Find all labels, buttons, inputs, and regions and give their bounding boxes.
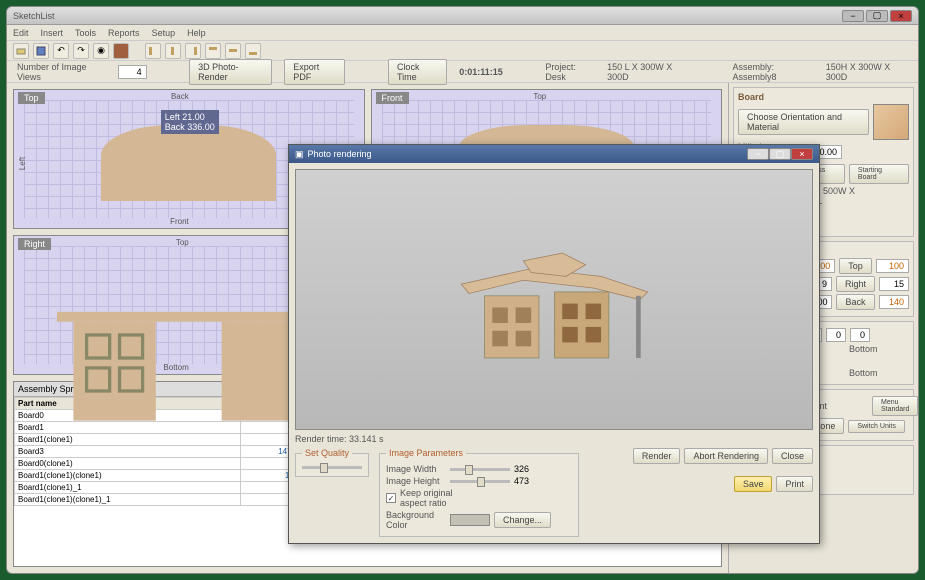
render-icon: ▣ xyxy=(295,149,304,160)
tool-save-icon[interactable] xyxy=(33,43,49,59)
bg-color-swatch xyxy=(450,514,490,526)
tool-redo-icon[interactable]: ↷ xyxy=(73,43,89,59)
btn-export-pdf[interactable]: Export PDF xyxy=(284,59,345,85)
dialog-title: Photo rendering xyxy=(308,149,747,159)
sub-toolbar: Number of Image Views 4 3D Photo-Render … xyxy=(7,61,918,83)
minimize-button[interactable]: − xyxy=(842,10,864,22)
pivot-front[interactable]: 0 xyxy=(826,328,846,342)
assembly-label: Assembly: Assembly8 xyxy=(732,62,813,82)
tool-cursor-icon[interactable]: ◉ xyxy=(93,43,109,59)
menu-help[interactable]: Help xyxy=(187,28,206,38)
img-height-slider[interactable] xyxy=(450,480,510,483)
tool-align2-icon[interactable] xyxy=(165,43,181,59)
image-views-select[interactable]: 4 xyxy=(118,65,147,79)
assembly-dims: 150H X 300W X 300D xyxy=(826,62,908,82)
pivot-bottom[interactable]: 0 xyxy=(850,328,870,342)
menu-reports[interactable]: Reports xyxy=(108,28,140,38)
elapsed-time: 0:01:11:15 xyxy=(459,67,503,77)
project-dims: 150 L X 300W X 300D xyxy=(607,62,690,82)
maximize-button[interactable]: ▢ xyxy=(866,10,888,22)
tool-open-icon[interactable] xyxy=(13,43,29,59)
vp-top-back-label: Back xyxy=(171,92,189,101)
dialog-maximize-button[interactable]: ▢ xyxy=(769,148,791,160)
right-val-field[interactable]: 15 xyxy=(879,277,909,291)
close-button[interactable]: × xyxy=(890,10,912,22)
save-render-button[interactable]: Save xyxy=(734,476,773,492)
vp-front-top-label: Top xyxy=(533,92,546,101)
menubar: Edit Insert Tools Reports Setup Help xyxy=(7,25,918,41)
vp-top-left-label: Left xyxy=(18,157,27,170)
viewport-top-title: Top xyxy=(18,92,45,104)
board-panel-title: Board xyxy=(738,92,909,102)
choose-orientation-button[interactable]: Choose Orientation and Material xyxy=(738,109,869,135)
menu-edit[interactable]: Edit xyxy=(13,28,29,38)
tool-align5-icon[interactable] xyxy=(225,43,241,59)
img-width-value: 326 xyxy=(514,464,529,474)
tool-align3-icon[interactable] xyxy=(185,43,201,59)
abort-render-button[interactable]: Abort Rendering xyxy=(684,448,768,464)
img-width-slider[interactable] xyxy=(450,468,510,471)
bg-color-label: Background Color xyxy=(386,510,446,530)
project-label: Project: Desk xyxy=(545,62,595,82)
quality-group: Set Quality xyxy=(295,448,369,477)
image-params-group: Image Parameters Image Width 326 Image H… xyxy=(379,448,579,537)
tool-board-icon[interactable] xyxy=(113,43,129,59)
dialog-titlebar: ▣ Photo rendering − ▢ × xyxy=(289,145,819,163)
render-button[interactable]: Render xyxy=(633,448,681,464)
tool-align1-icon[interactable] xyxy=(145,43,161,59)
dialog-close-button[interactable]: × xyxy=(791,148,813,160)
quality-slider[interactable] xyxy=(302,466,362,469)
render-time-label: Render time: 33.141 s xyxy=(295,430,813,448)
toolbar: ↶ ↷ ◉ xyxy=(7,41,918,61)
render-preview xyxy=(295,169,813,430)
tool-align4-icon[interactable] xyxy=(205,43,221,59)
print-button[interactable]: Print xyxy=(776,476,813,492)
aspect-ratio-checkbox[interactable] xyxy=(386,493,396,503)
dialog-close-btn[interactable]: Close xyxy=(772,448,813,464)
switch-units-button[interactable]: Switch Units xyxy=(848,420,905,433)
back-button[interactable]: Back xyxy=(836,294,874,310)
menu-standard-button[interactable]: Menu Standard xyxy=(872,396,918,416)
aspect-ratio-label: Keep original aspect ratio xyxy=(400,488,460,508)
tool-undo-icon[interactable]: ↶ xyxy=(53,43,69,59)
btn-3d-render[interactable]: 3D Photo-Render xyxy=(189,59,272,85)
dialog-minimize-button[interactable]: − xyxy=(747,148,769,160)
photo-rendering-dialog: ▣ Photo rendering − ▢ × Render ti xyxy=(288,144,820,544)
right-button[interactable]: Right xyxy=(836,276,875,292)
tool-align6-icon[interactable] xyxy=(245,43,261,59)
img-height-value: 473 xyxy=(514,476,529,486)
top-shape xyxy=(101,125,276,201)
window-title: SketchList xyxy=(13,11,842,21)
titlebar: SketchList − ▢ × xyxy=(7,7,918,25)
starting-board-button[interactable]: Starting Board xyxy=(849,164,909,184)
btn-clock-time[interactable]: Clock Time xyxy=(388,59,447,85)
dialog-button-group: Render Abort Rendering Close Save Print xyxy=(633,448,813,492)
top-val-field[interactable]: 100 xyxy=(876,259,909,273)
viewport-front-title: Front xyxy=(376,92,409,104)
viewport-right-title: Right xyxy=(18,238,51,250)
menu-insert[interactable]: Insert xyxy=(41,28,64,38)
viewport-tooltip: Left 21.00 Back 336.00 xyxy=(161,110,219,134)
img-width-label: Image Width xyxy=(386,464,446,474)
img-height-label: Image Height xyxy=(386,476,446,486)
back-val-field[interactable]: 140 xyxy=(879,295,909,309)
desk-3d-render xyxy=(410,222,699,377)
material-swatch[interactable] xyxy=(873,104,909,140)
menu-tools[interactable]: Tools xyxy=(75,28,96,38)
top-button[interactable]: Top xyxy=(839,258,872,274)
vp-top-front-label: Front xyxy=(170,217,189,226)
menu-setup[interactable]: Setup xyxy=(152,28,176,38)
image-views-label: Number of Image Views xyxy=(17,62,106,82)
change-color-button[interactable]: Change... xyxy=(494,512,551,528)
